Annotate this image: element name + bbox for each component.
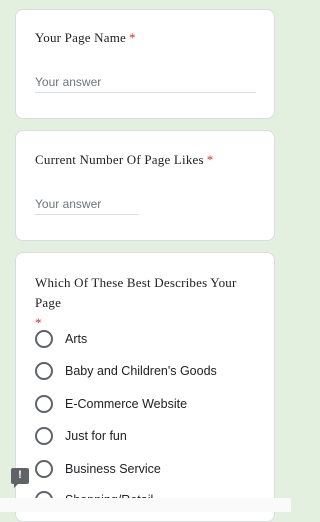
page-likes-input[interactable]: Your answer bbox=[35, 197, 139, 215]
option-label: Arts bbox=[65, 332, 88, 346]
radio-option-just-for-fun[interactable]: Just for fun bbox=[35, 425, 255, 447]
radio-button[interactable] bbox=[35, 427, 53, 445]
report-issue-icon[interactable]: ! bbox=[11, 468, 29, 488]
question-title-text: Your Page Name bbox=[35, 30, 127, 45]
option-label: Business Service bbox=[65, 462, 161, 476]
radio-button[interactable] bbox=[35, 330, 53, 348]
radio-option-ecommerce-website[interactable]: E-Commerce Website bbox=[35, 393, 255, 415]
question-card-page-type: Which Of These Best Describes Your Page … bbox=[15, 252, 275, 522]
page-name-input[interactable]: Your answer bbox=[35, 75, 256, 93]
radio-option-business-service[interactable]: Business Service bbox=[35, 458, 255, 480]
question-title: Your Page Name * bbox=[35, 30, 136, 46]
option-label: Baby and Children's Goods bbox=[65, 364, 217, 378]
option-label: Just for fun bbox=[65, 429, 127, 443]
bottom-bar bbox=[0, 498, 291, 512]
required-asterisk: * bbox=[206, 152, 214, 167]
question-title-text: Current Number Of Page Likes bbox=[35, 152, 204, 167]
question-title: Which Of These Best Describes Your Page … bbox=[35, 273, 260, 333]
radio-button[interactable] bbox=[35, 460, 53, 478]
radio-button[interactable] bbox=[35, 362, 53, 380]
radio-option-baby-childrens-goods[interactable]: Baby and Children's Goods bbox=[35, 360, 255, 382]
question-title: Current Number Of Page Likes * bbox=[35, 152, 213, 168]
option-label: E-Commerce Website bbox=[65, 397, 188, 411]
radio-option-arts[interactable]: Arts bbox=[35, 328, 255, 350]
required-asterisk: * bbox=[129, 30, 136, 45]
radio-button[interactable] bbox=[35, 395, 53, 413]
question-title-text: Which Of These Best Describes Your Page bbox=[35, 275, 237, 310]
question-card-page-likes: Current Number Of Page Likes * Your answe… bbox=[15, 130, 275, 241]
question-card-page-name: Your Page Name * Your answer bbox=[15, 9, 275, 119]
